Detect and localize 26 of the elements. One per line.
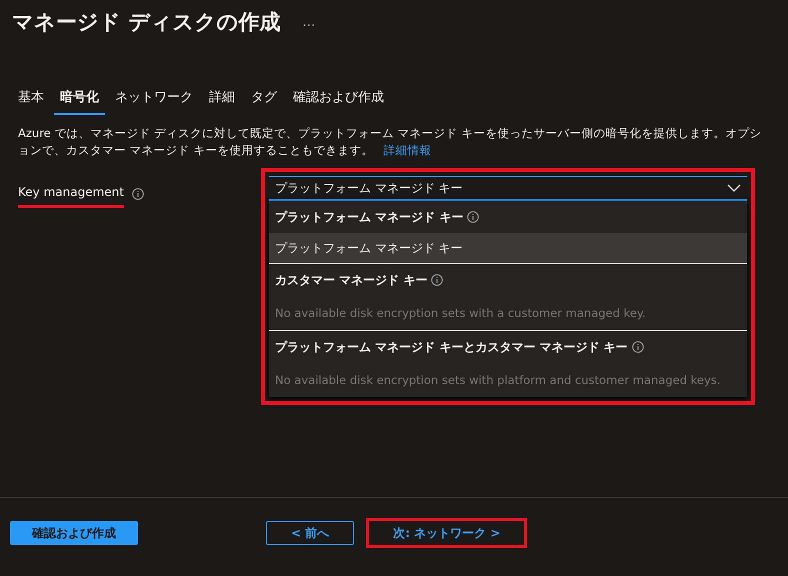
- info-icon[interactable]: [431, 274, 444, 286]
- nav-button[interactable]: 次: ネットワーク >: [366, 518, 528, 548]
- description-text: Azure では、マネージド ディスクに対して既定で、プラットフォーム マネージド キーを使ったサーバー側の暗号化を提供します。オプションで、カスタマー マネージド キーを使用することもできます。 詳細情報: [17, 125, 762, 159]
- info-icon[interactable]: [632, 341, 644, 353]
- tab[interactable]: タグ: [245, 84, 283, 115]
- group-header: カスタマー マネージド キー: [275, 272, 428, 288]
- key-management-dropdown[interactable]: プラットフォーム マネージド キー: [269, 176, 747, 201]
- tab[interactable]: 詳細: [203, 84, 241, 115]
- tab[interactable]: 暗号化: [54, 84, 105, 115]
- more-button[interactable]: …: [302, 14, 316, 30]
- empty-message: No available disk encryption sets with a customer managed key.: [275, 306, 646, 320]
- nav-button[interactable]: < 前へ: [266, 521, 354, 545]
- group-header: プラットフォーム マネージド キー: [275, 208, 464, 226]
- learn-more-link[interactable]: 詳細情報: [383, 143, 432, 157]
- field-label: Key management: [18, 185, 124, 208]
- info-icon[interactable]: [467, 211, 480, 223]
- dropdown-option[interactable]: プラットフォーム マネージド キー: [269, 233, 747, 263]
- group-header: プラットフォーム マネージド キーとカスタマー マネージド キー: [275, 338, 628, 356]
- tab[interactable]: ネットワーク: [109, 84, 199, 115]
- nav-button[interactable]: 確認および作成: [10, 521, 138, 545]
- info-icon[interactable]: [132, 188, 144, 200]
- tab[interactable]: 確認および作成: [287, 84, 390, 115]
- tab[interactable]: 基本: [12, 84, 50, 115]
- empty-message: No available disk encryption sets with platform and customer managed keys.: [275, 373, 720, 387]
- page-title: マネージド ディスクの作成: [12, 9, 280, 36]
- chevron-down-icon: [727, 184, 741, 192]
